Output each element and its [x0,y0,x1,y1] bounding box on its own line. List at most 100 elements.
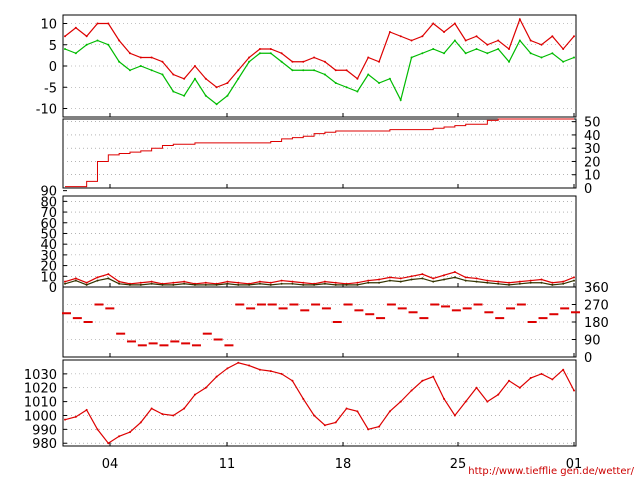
x-tick-label: 11 [219,457,236,472]
wind-direction-point [473,303,483,306]
data-point [421,379,424,382]
data-point [248,283,251,286]
data-point [486,279,489,282]
data-point [432,280,435,283]
wind-direction-point [300,309,310,312]
data-point [388,77,391,80]
weather-chart: -10-505100102030405001020304050607080900… [24,14,635,477]
data-point [150,280,153,283]
wind-direction-point [365,313,375,316]
data-point [291,280,294,283]
data-point [378,82,381,84]
wind-direction-point [267,303,277,306]
data-point [508,379,511,382]
data-point [313,414,316,417]
wind-direction-point [484,311,494,314]
data-point [486,52,489,55]
data-point [323,282,326,285]
panel-frame [62,359,577,447]
data-point [378,425,381,428]
data-point [258,282,261,285]
wind-direction-point [430,303,440,306]
data-point [85,35,88,38]
data-point [464,279,467,282]
y-tick-label: -10 [36,103,57,118]
data-point [269,281,272,284]
wind-direction-point [408,311,418,314]
y-tick-label: 1030 [24,368,57,383]
data-point [204,94,207,97]
y-tick-label: 50 [584,116,601,131]
data-point [204,283,207,286]
data-point [475,48,478,50]
chart-panels: -10-505100102030405001020304050607080900… [24,14,609,452]
data-point [551,283,554,286]
data-point [226,82,229,84]
panel-5: 9809901000101010201030 [24,359,577,452]
data-point [302,397,305,400]
wind-direction-point [256,303,266,306]
wind-direction-point [213,338,223,341]
data-point [118,280,121,283]
wind-direction-point [224,344,234,347]
y-tick-label: 10 [40,18,57,33]
data-point [291,282,294,285]
y-tick-label: 5 [49,39,57,54]
data-point [367,73,370,76]
data-point [128,431,131,434]
data-point [85,281,88,284]
data-point [367,281,370,284]
data-point [172,283,175,286]
wind-direction-point [527,321,537,323]
data-point [204,386,207,389]
data-point [64,282,66,285]
wind-direction-point [202,332,212,335]
data-point [139,281,142,284]
wind-direction-point [181,342,191,345]
data-point [421,52,424,55]
data-point [150,69,153,72]
data-point [497,48,500,50]
data-point [107,43,110,46]
data-point [551,52,554,55]
data-point [150,282,153,285]
data-point [64,280,66,283]
data-point [410,275,413,278]
data-point [323,280,326,283]
data-point [323,60,326,63]
data-point [291,379,294,382]
data-point [508,283,511,286]
data-point [453,414,456,417]
y-tick-label: 180 [584,316,609,331]
wind-direction-point [94,303,104,306]
data-point [107,442,110,445]
data-point [529,281,532,284]
data-point [215,283,218,286]
data-point [378,281,381,284]
wind-direction-point [332,321,342,323]
data-point [172,90,175,93]
data-point [388,410,391,413]
data-point [334,82,337,84]
data-point [497,393,500,396]
data-point [453,39,456,42]
data-point [432,277,435,280]
data-point [96,428,99,431]
x-tick-label: 18 [335,457,352,472]
data-point [237,77,240,80]
data-point [562,282,565,285]
data-point [540,372,543,375]
wind-direction-point [126,340,136,343]
wind-direction-point [343,303,353,306]
data-point [118,282,121,285]
data-point [551,378,554,381]
y-tick-label: 1020 [24,382,57,397]
series-line [64,17,575,88]
data-point [475,277,478,280]
data-point [497,280,500,283]
data-point [269,48,272,50]
data-point [183,282,186,285]
data-point [248,60,251,63]
wind-direction-point [386,303,396,306]
wind-direction-point [560,307,570,310]
